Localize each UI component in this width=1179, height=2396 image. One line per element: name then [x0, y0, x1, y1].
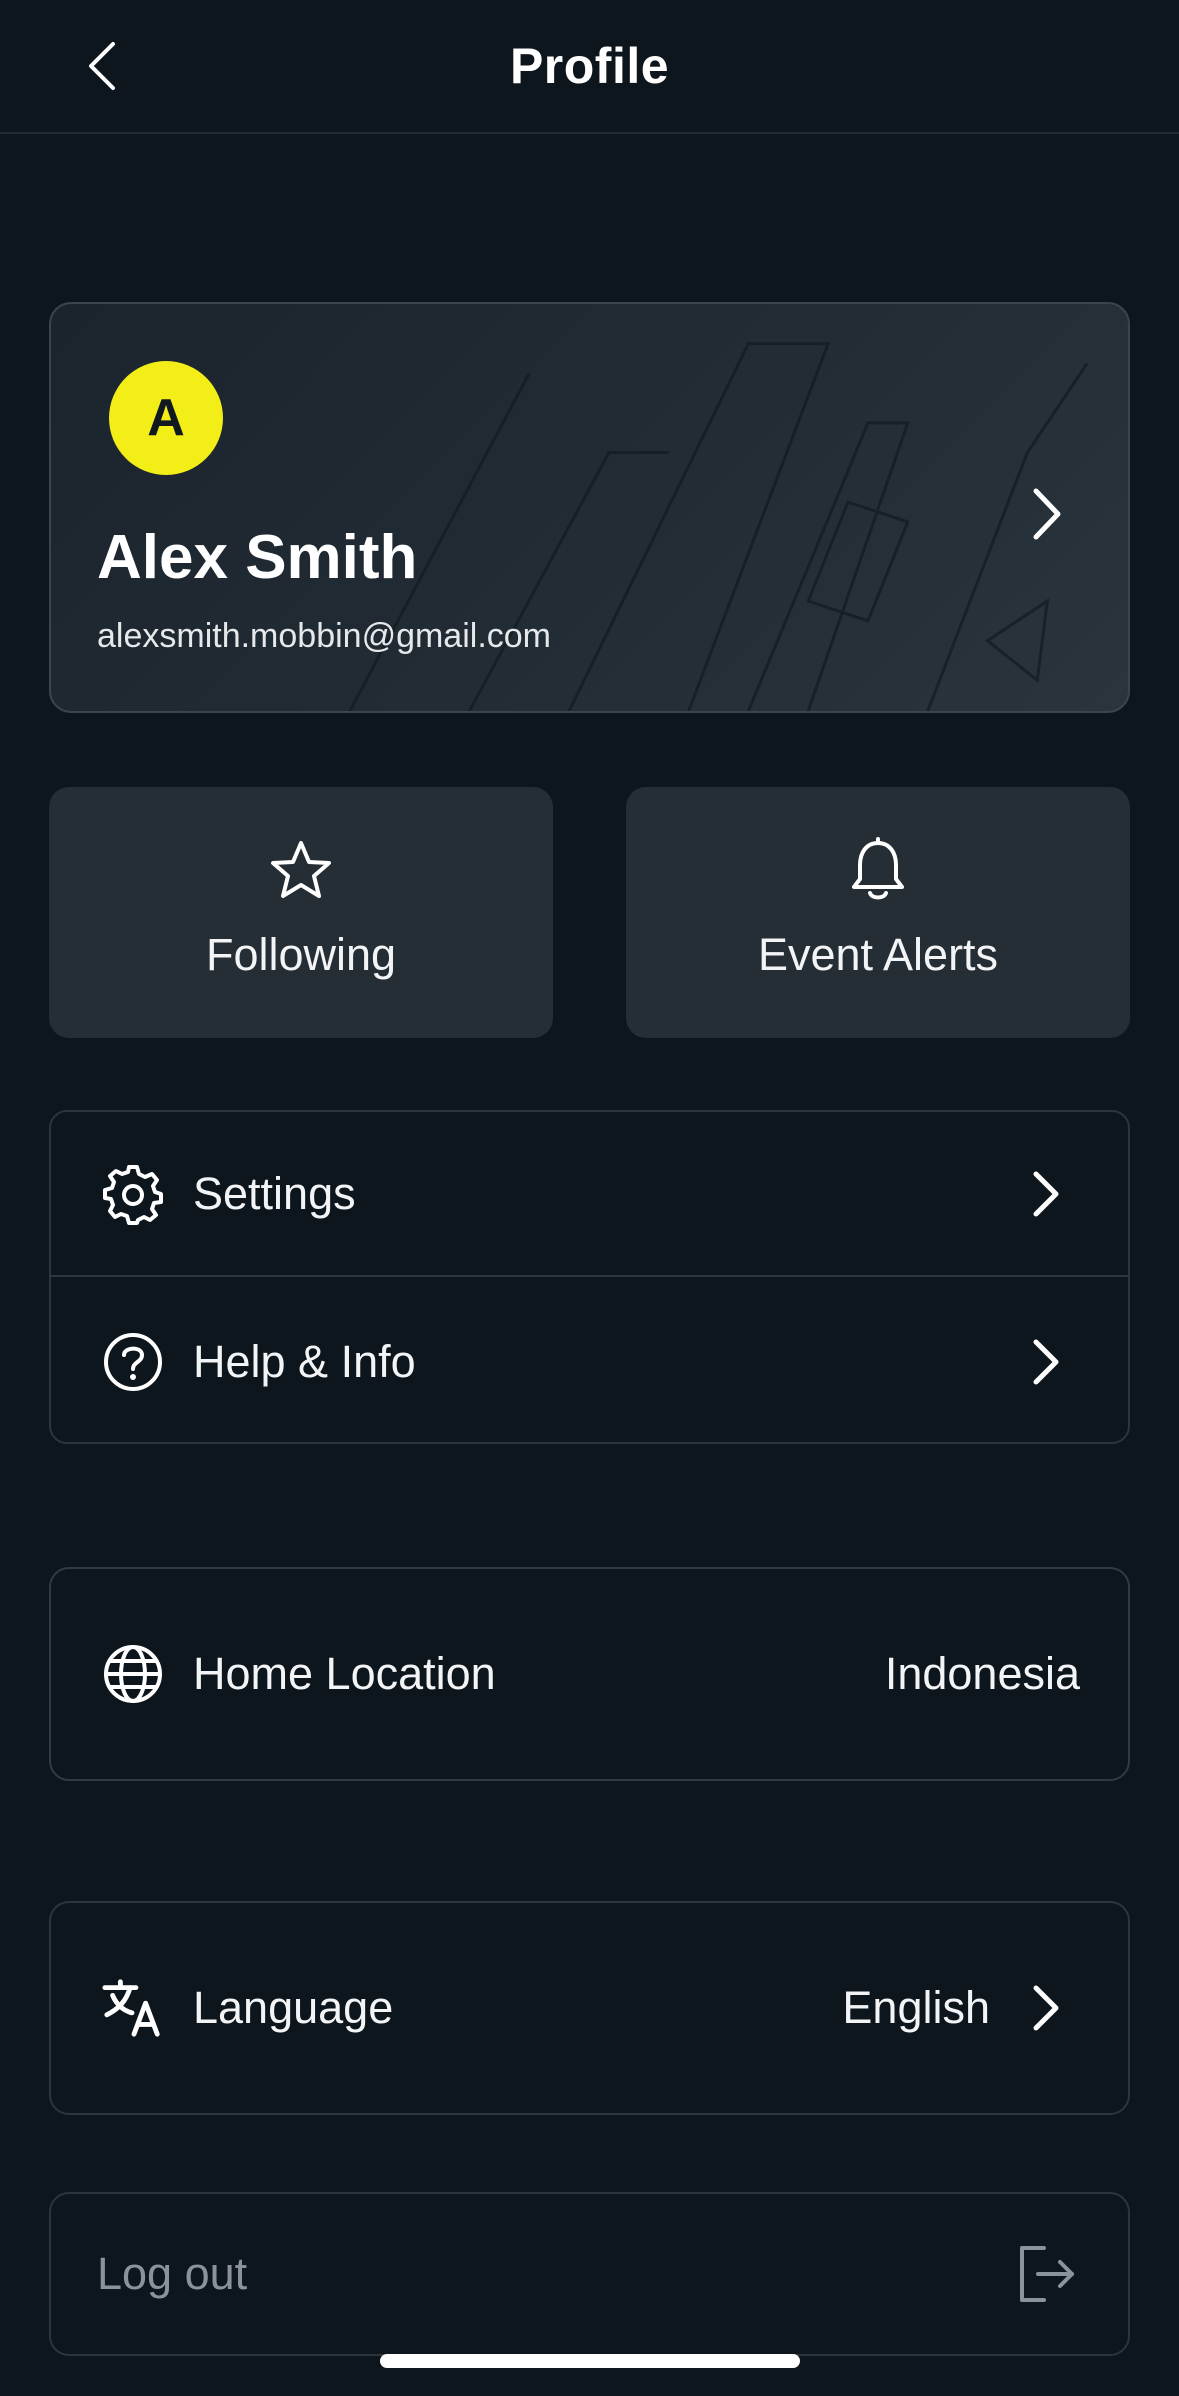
language-value: English [842, 1982, 990, 2033]
star-icon [268, 837, 334, 903]
help-label: Help & Info [193, 1335, 416, 1387]
chevron-right-icon [1033, 1339, 1059, 1384]
profile-card[interactable]: A Alex Smith alexsmith.mobbin@gmail.com [49, 302, 1130, 713]
logout-icon [1020, 2246, 1074, 2302]
profile-email: alexsmith.mobbin@gmail.com [97, 617, 552, 655]
following-tile[interactable]: Following [49, 787, 553, 1038]
menu-item-help[interactable]: Help & Info [51, 1279, 1128, 1444]
back-button[interactable] [72, 36, 132, 96]
chevron-right-icon [1033, 1171, 1059, 1216]
profile-screen: Profile A Alex Smith alexsmith.mobbin@gm… [0, 0, 1179, 2396]
language-label: Language [193, 1982, 394, 2033]
event-alerts-label: Event Alerts [757, 929, 999, 980]
logout-button[interactable]: Log out [49, 2192, 1130, 2356]
home-location-label: Home Location [193, 1648, 496, 1699]
top-bar: Profile [0, 0, 1179, 134]
language-row[interactable]: Language English [49, 1901, 1130, 2115]
home-location-value: Indonesia [884, 1648, 1080, 1699]
gear-icon [101, 1162, 165, 1226]
translate-icon [101, 1976, 165, 2040]
profile-name: Alex Smith [97, 523, 418, 592]
home-indicator [380, 2354, 800, 2368]
bell-icon [845, 837, 911, 903]
event-alerts-tile[interactable]: Event Alerts [626, 787, 1130, 1038]
chevron-right-icon [1033, 488, 1061, 540]
menu-item-settings[interactable]: Settings [51, 1112, 1128, 1277]
settings-label: Settings [193, 1167, 356, 1219]
avatar: A [109, 361, 223, 475]
chevron-right-icon [1033, 1985, 1059, 2031]
page-title: Profile [509, 38, 670, 94]
chevron-left-icon [89, 42, 115, 90]
home-location-row[interactable]: Home Location Indonesia [49, 1567, 1130, 1781]
globe-icon [101, 1642, 165, 1706]
following-label: Following [205, 929, 397, 980]
logout-label: Log out [97, 2248, 248, 2299]
settings-menu: Settings Help & Info [49, 1110, 1130, 1444]
help-circle-icon [101, 1330, 165, 1394]
